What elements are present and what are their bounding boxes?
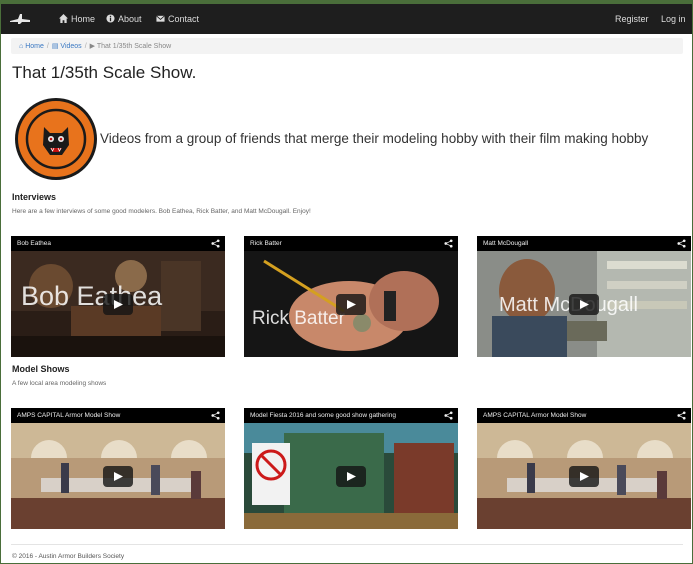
home-icon [59, 14, 68, 23]
play-button[interactable] [569, 293, 599, 315]
play-icon: ▶ [89, 43, 96, 50]
video-rick[interactable]: Rick Batter Rick Batter [244, 236, 458, 357]
play-icon [347, 471, 356, 481]
footer-divider [11, 544, 683, 545]
section-subtitle-interviews: Here are a few interviews of some good m… [12, 208, 311, 215]
footer-text: © 2016 - Austin Armor Builders Society [12, 553, 125, 560]
play-button[interactable] [569, 465, 599, 487]
video-title: Model Fiesta 2016 and some good show gat… [244, 408, 458, 423]
home-icon: ⌂ [19, 43, 24, 50]
breadcrumb-separator: / [46, 43, 49, 50]
video-show-2[interactable]: Model Fiesta 2016 and some good show gat… [244, 408, 458, 529]
play-button[interactable] [336, 465, 366, 487]
nav-link-about[interactable]: About [106, 14, 142, 24]
video-matt[interactable]: Matt McDougall Matt McDougall [477, 236, 691, 357]
play-icon [114, 299, 123, 309]
video-title: Rick Batter [244, 236, 458, 251]
section-heading-model-shows: Model Shows [12, 364, 70, 374]
nav-link-home-label: Home [71, 14, 96, 24]
play-icon [114, 471, 123, 481]
video-title: AMPS CAPITAL Armor Model Show [477, 408, 691, 423]
breadcrumb-current-label: That 1/35th Scale Show [96, 43, 172, 50]
nav-link-contact[interactable]: Contact [156, 14, 199, 24]
club-logo-emblem [15, 98, 97, 180]
breadcrumb-home[interactable]: ⌂ Home [19, 43, 44, 50]
section-subtitle-model-shows: A few local area modeling shows [12, 380, 107, 387]
breadcrumb-videos-label: Videos [60, 43, 82, 50]
nav-link-contact-label: Contact [168, 14, 200, 24]
section-heading-interviews: Interviews [12, 192, 57, 202]
breadcrumb-separator: / [84, 43, 87, 50]
breadcrumb: ⌂ Home / ▤ Videos / ▶ That 1/35th Scale Show [11, 38, 683, 54]
airplane-logo-icon[interactable] [9, 13, 31, 25]
share-icon[interactable] [677, 239, 686, 248]
film-icon: ▤ [51, 43, 59, 50]
play-button[interactable] [103, 293, 133, 315]
info-icon [106, 14, 115, 23]
page-tagline: Videos from a group of friends that merg… [100, 131, 649, 146]
video-show-3[interactable]: AMPS CAPITAL Armor Model Show [477, 408, 691, 529]
video-overlay-text: Bob Eathea [21, 281, 163, 311]
breadcrumb-videos[interactable]: ▤ Videos [52, 43, 82, 50]
share-icon[interactable] [444, 411, 453, 420]
nav-link-register[interactable]: Register [615, 14, 649, 24]
nav-link-login[interactable]: Log in [661, 14, 686, 24]
video-title: AMPS CAPITAL Armor Model Show [11, 408, 225, 423]
video-title: Matt McDougall [477, 236, 691, 251]
share-icon[interactable] [211, 411, 220, 420]
top-navbar: Home About Contact Register Log in [1, 4, 692, 34]
page-title: That 1/35th Scale Show. [12, 63, 197, 82]
play-icon [347, 299, 356, 309]
play-button[interactable] [103, 465, 133, 487]
share-icon[interactable] [211, 239, 220, 248]
breadcrumb-current: ▶ That 1/35th Scale Show [90, 43, 172, 50]
nav-link-home[interactable]: Home [59, 14, 95, 24]
envelope-icon [156, 15, 165, 22]
video-overlay-text: Rick Batter [252, 308, 345, 329]
video-title: Bob Eathea [11, 236, 225, 251]
play-icon [580, 299, 589, 309]
breadcrumb-home-label: Home [25, 43, 44, 50]
play-icon [580, 471, 589, 481]
video-show-1[interactable]: AMPS CAPITAL Armor Model Show [11, 408, 225, 529]
nav-link-about-label: About [118, 14, 142, 24]
share-icon[interactable] [444, 239, 453, 248]
video-bob[interactable]: Bob Eathea Bob Eathea [11, 236, 225, 357]
share-icon[interactable] [677, 411, 686, 420]
play-button[interactable] [336, 293, 366, 315]
